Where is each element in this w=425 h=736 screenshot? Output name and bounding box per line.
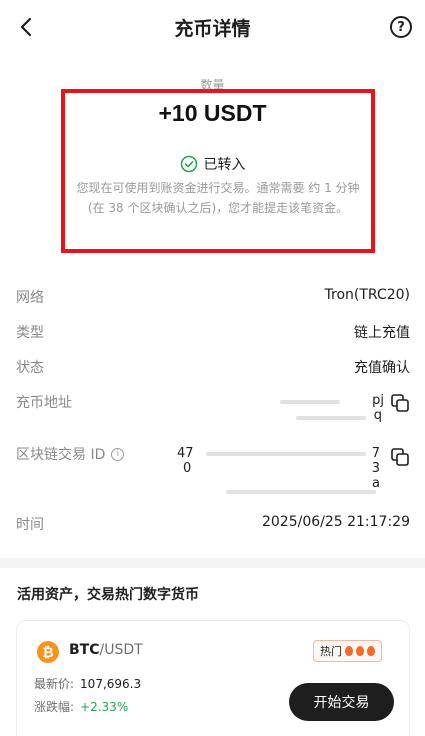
bitcoin-icon: ₿ <box>37 641 59 663</box>
flame-icon <box>356 646 364 656</box>
price-value: 107,696.3 <box>80 677 142 691</box>
price-label: 最新价: <box>34 677 75 691</box>
txid-fragment: 3 <box>371 461 380 476</box>
pair-quote: /USDT <box>99 642 143 658</box>
header: 充币详情 ? <box>0 0 425 54</box>
hot-badge: 热门 <box>313 640 382 662</box>
row-address: 充币地址 pj q <box>16 392 410 432</box>
trading-pair: BTC/USDT <box>69 642 143 658</box>
status-label: 状态 <box>16 360 44 376</box>
pair-base: BTC <box>69 642 100 658</box>
address-label: 充币地址 <box>16 395 72 411</box>
address-masked <box>296 416 366 420</box>
txid-fragment: 47 <box>177 446 194 461</box>
copy-icon[interactable] <box>390 393 410 413</box>
txid-fragment: 0 <box>183 461 192 476</box>
type-label: 类型 <box>16 325 44 341</box>
deposit-amount: +10 USDT <box>158 100 267 126</box>
copy-icon[interactable] <box>390 447 410 467</box>
network-label: 网络 <box>16 290 44 306</box>
txid-label: 区块链交易 ID i <box>16 444 125 464</box>
address-fragment: q <box>373 408 382 423</box>
flame-icon <box>367 646 375 656</box>
change-value: +2.33% <box>80 700 129 714</box>
row-txid: 区块链交易 ID i 47 0 7 3 a <box>16 444 410 498</box>
section-divider <box>0 558 425 568</box>
txid-fragment: 7 <box>371 446 380 461</box>
change-stat: 涨跌幅: +2.33% <box>34 698 128 715</box>
price-stat: 最新价: 107,696.3 <box>34 675 141 692</box>
help-icon: ? <box>397 19 405 35</box>
status-value: 充值确认 <box>354 360 410 376</box>
market-card[interactable]: ₿ BTC/USDT 热门 最新价: 107,696.3 涨跌幅: +2.33% 开… <box>16 620 410 736</box>
txid-masked <box>226 490 376 494</box>
network-value: Tron(TRC20) <box>324 287 410 303</box>
txid-fragment: a <box>372 476 380 491</box>
help-button[interactable]: ? <box>390 16 412 38</box>
deposit-notice: 您现在可使用到账资金进行交易。通常需要 约 1 分钟 (在 38 个区块确认之后… <box>76 181 360 215</box>
status-text: 已转入 <box>203 157 246 173</box>
txid-masked <box>206 452 366 456</box>
start-trading-button[interactable]: 开始交易 <box>289 683 394 721</box>
address-fragment: pj <box>372 393 384 408</box>
info-icon[interactable]: i <box>111 447 125 461</box>
page-title: 充币详情 <box>174 18 251 40</box>
address-masked <box>280 400 340 404</box>
time-value: 2025/06/25 21:17:29 <box>261 514 410 530</box>
deposit-status: 已转入 <box>0 154 425 174</box>
check-circle-icon <box>180 155 197 173</box>
type-value: 链上充值 <box>354 325 410 341</box>
promo-title: 活用资产，交易热门数字货币 <box>17 587 199 603</box>
txid-label-text: 区块链交易 ID <box>16 447 106 463</box>
change-label: 涨跌幅: <box>34 700 75 714</box>
flame-icon <box>345 646 353 656</box>
hot-label: 热门 <box>320 645 342 658</box>
time-label: 时间 <box>16 517 44 533</box>
